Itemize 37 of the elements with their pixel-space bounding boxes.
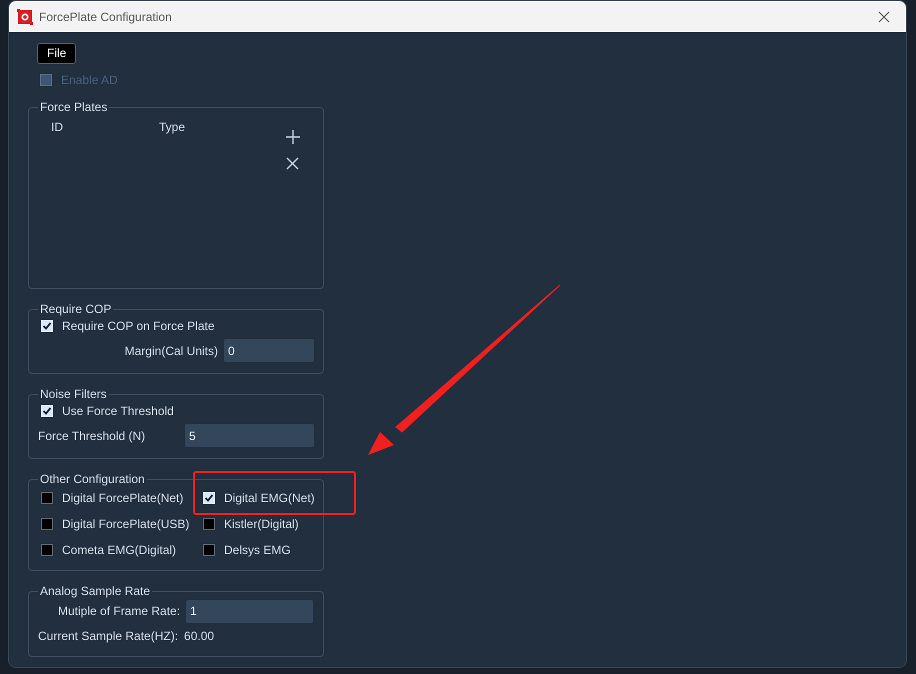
checkbox-label: Require COP on Force Plate <box>62 319 215 333</box>
field-label: Current Sample Rate(HZ): <box>38 629 178 643</box>
app-logo-icon <box>17 8 33 24</box>
group-title: Require COP <box>40 302 112 316</box>
option-checkbox[interactable] <box>41 544 53 556</box>
checkbox-label: Cometa EMG(Digital) <box>62 543 176 557</box>
checkbox-label: Enable AD <box>61 73 118 87</box>
column-header: Type <box>159 120 186 134</box>
group-title: Force Plates <box>40 100 108 114</box>
option-checkbox[interactable] <box>203 544 215 556</box>
add-icon[interactable] <box>286 130 300 144</box>
option-checkbox[interactable] <box>203 518 215 530</box>
checkbox-label: Digital ForcePlate(USB) <box>62 517 190 531</box>
group-title: Noise Filters <box>40 387 107 401</box>
field-label: Margin(Cal Units) <box>124 344 218 358</box>
margin-input[interactable]: 0 <box>224 339 314 362</box>
close-icon <box>878 10 890 22</box>
checkbox-label: Delsys EMG <box>224 543 291 557</box>
option-checkbox[interactable] <box>41 518 53 530</box>
sample-rate-value: 60.00 <box>184 629 214 643</box>
checkbox-label: Digital EMG(Net) <box>224 491 315 505</box>
field-label: Mutiple of Frame Rate: <box>58 604 180 618</box>
column-header: ID <box>51 120 64 134</box>
group-title: Analog Sample Rate <box>40 584 150 598</box>
threshold-input[interactable]: 5 <box>185 424 314 447</box>
option-checkbox[interactable] <box>41 492 53 504</box>
multiple-input[interactable]: 1 <box>186 600 314 622</box>
checkbox-label: Digital ForcePlate(Net) <box>62 491 184 505</box>
file-menu-button[interactable]: File <box>37 43 76 64</box>
require-cop-checkbox[interactable] <box>41 320 53 332</box>
window-title: ForcePlate Configuration <box>39 10 173 24</box>
group-title: Other Configuration <box>40 472 145 486</box>
checkbox-label: Kistler(Digital) <box>224 517 299 531</box>
force-threshold-checkbox[interactable] <box>41 405 53 417</box>
checkbox-label: Use Force Threshold <box>62 404 174 418</box>
remove-icon[interactable] <box>286 157 299 170</box>
field-label: Force Threshold (N) <box>38 428 146 442</box>
